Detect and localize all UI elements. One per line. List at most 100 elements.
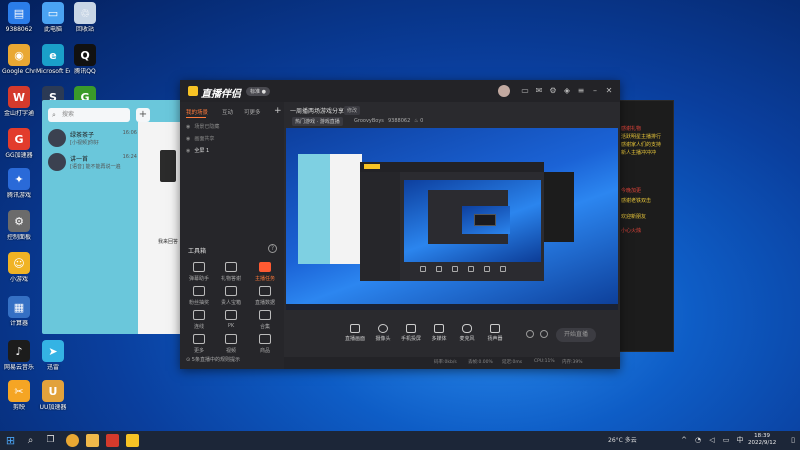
desktop-icon[interactable]: ▭ 此电脑 <box>36 2 70 33</box>
desktop-icon[interactable]: ▤ 9388062 <box>2 2 36 33</box>
status-bitrate: 码率:0kb/s <box>434 360 457 365</box>
menu-icon[interactable]: ≡ <box>576 86 586 96</box>
desktop-icon[interactable]: Q 腾讯QQ <box>68 44 102 75</box>
room-category[interactable]: 热门游戏 · 游戏直播 <box>292 117 343 126</box>
chat-search-input[interactable]: ⌕ 搜索 <box>48 108 130 122</box>
tool-label: 弹幕助手 <box>188 276 209 282</box>
help-icon[interactable]: ? <box>268 244 277 253</box>
game-taskbar-icon[interactable] <box>106 434 119 447</box>
toolbox-item[interactable]: 粉丝抽奖 <box>184 286 214 306</box>
tray-expand-icon[interactable]: ^ <box>680 436 688 444</box>
control-label: 扬声器 <box>487 336 503 342</box>
desktop-icon[interactable]: ◉ Google Chrome <box>2 44 36 75</box>
phone-icon <box>406 324 416 333</box>
add-scene-icon[interactable]: + <box>274 106 282 116</box>
toolbox-item[interactable]: PK <box>216 310 246 329</box>
edit-room-button[interactable]: 修改 <box>344 106 361 115</box>
toolbox-item[interactable]: 贵人宝箱 <box>216 286 246 306</box>
app-logo-icon <box>188 86 198 96</box>
tab-scenes[interactable]: 我的场景 <box>186 108 208 116</box>
chat-list-item[interactable]: 绿茶茶子 [小视频]你好 16:06 <box>42 126 137 150</box>
volume-icon[interactable]: ◁ <box>708 436 716 444</box>
control-label: 多媒体 <box>431 336 447 342</box>
clock[interactable]: 18:39 2022/9/12 <box>748 433 776 447</box>
desktop-icon[interactable]: ✂ 剪映 <box>2 380 36 411</box>
desktop-icon-label: Microsoft Edge <box>36 68 70 75</box>
tab-interact[interactable]: 互动 <box>222 108 233 116</box>
toolbox-item[interactable]: 弹幕助手 <box>184 262 214 282</box>
version-badge[interactable]: 标准 ● <box>246 87 270 96</box>
network-icon[interactable]: ◔ <box>694 436 702 444</box>
minimize-icon[interactable]: – <box>590 86 600 96</box>
screen-capture-button[interactable]: 直播画面 <box>340 324 370 342</box>
settings-icon[interactable]: ⚙ <box>548 86 558 96</box>
media-button[interactable]: 多媒体 <box>424 324 454 342</box>
live-companion-taskbar-icon[interactable] <box>126 434 139 447</box>
desktop-icon[interactable]: ☺ 小游戏 <box>2 252 36 283</box>
room-username: GroovyBoys <box>354 118 384 124</box>
desktop-icon[interactable]: ▦ 计算器 <box>2 296 36 327</box>
explorer-taskbar-icon[interactable] <box>86 434 99 447</box>
chat-list-item[interactable]: 讲一首 [语音] 能不能再说一遍 16:24 <box>42 150 137 174</box>
tool-icon <box>193 286 205 296</box>
live-companion-window[interactable]: 直播伴侣 标准 ● ▭ ✉ ⚙ ◈ ≡ – ✕ 我的场景 互动 可更多 + ◉ 场… <box>180 80 620 369</box>
scene-item[interactable]: ◉ 场景已隐藏 <box>186 123 219 130</box>
eye-icon[interactable]: ◉ <box>186 148 190 154</box>
toolbox-item[interactable]: 连线 <box>184 310 214 330</box>
message-icon[interactable]: ✉ <box>534 86 544 96</box>
desktop-icon[interactable]: W 金山打字通 <box>2 86 36 117</box>
toolbox-item[interactable]: 主播任务 <box>250 262 280 282</box>
desktop-icon[interactable]: ➤ 迅雷 <box>36 340 70 371</box>
title-bar[interactable]: 直播伴侣 标准 ● ▭ ✉ ⚙ ◈ ≡ – ✕ <box>180 80 620 102</box>
desktop-icon[interactable]: ⚙ 控制面板 <box>2 210 36 241</box>
notification-icon[interactable]: ▯ <box>790 436 796 444</box>
desktop-icon[interactable]: ♪ 网易云音乐 <box>2 340 36 371</box>
speaker-button[interactable]: 扬声器 <box>480 324 510 342</box>
scene-item[interactable]: ◉ 画面共享 <box>186 135 214 142</box>
status-latency: 延迟:0ms <box>502 360 523 365</box>
toolbox-item[interactable]: 礼物答谢 <box>216 262 246 282</box>
tab-more[interactable]: 可更多 <box>244 108 261 116</box>
task-view-icon[interactable]: ❐ <box>44 434 57 447</box>
desktop-icon[interactable]: G GG加速器 <box>2 128 36 159</box>
close-icon[interactable]: ✕ <box>604 86 614 96</box>
eye-icon[interactable]: ◉ <box>186 136 190 142</box>
toolbox-item[interactable]: 商品 <box>250 334 280 354</box>
microphone-icon <box>462 324 472 333</box>
rule-notice[interactable]: ⊙ 5条直播中的规则提示 <box>186 356 240 363</box>
desktop-icon[interactable]: ♲ 回收站 <box>68 2 102 33</box>
layout-icon[interactable]: ▭ <box>520 86 530 96</box>
user-avatar[interactable] <box>498 85 510 97</box>
toolbox-item[interactable]: 更多 <box>184 334 214 354</box>
live-preview[interactable] <box>286 128 618 310</box>
toolbox-item[interactable]: 合集 <box>250 310 280 330</box>
chat-search-placeholder: 搜索 <box>62 111 75 118</box>
chrome-taskbar-icon[interactable] <box>66 434 79 447</box>
ime-icon[interactable]: 中 <box>736 436 744 444</box>
desktop-icon[interactable]: e Microsoft Edge <box>36 44 70 75</box>
desktop-icon[interactable]: ✦ 腾讯游戏 <box>2 168 36 199</box>
weather-widget[interactable]: 26°C 多云 <box>608 435 637 444</box>
phone-cast-button[interactable]: 手机投屏 <box>396 324 426 342</box>
scene-item[interactable]: ◉ 全屏 1 <box>186 147 209 154</box>
record-icon[interactable] <box>526 330 534 338</box>
taskbar: ⊞ ⌕ ❐ 26°C 多云 ^ ◔ ◁ ▭ 中 18:39 2022/9/12 … <box>0 431 800 450</box>
start-icon[interactable]: ⊞ <box>4 434 17 447</box>
gear-icon[interactable] <box>540 330 548 338</box>
avatar <box>48 129 66 147</box>
toolbox-item[interactable]: 直播数据 <box>250 286 280 306</box>
search-icon[interactable]: ⌕ <box>24 434 37 447</box>
toolbox-item[interactable]: 视频 <box>216 334 246 354</box>
microphone-button[interactable]: 麦克风 <box>452 324 482 342</box>
desktop-icon[interactable]: U UU加速器 <box>36 380 70 411</box>
battery-icon[interactable]: ▭ <box>722 436 730 444</box>
start-live-button[interactable]: 开始直播 <box>556 328 596 342</box>
room-popularity: ♨ 0 <box>414 118 424 124</box>
app-icon: ✦ <box>8 168 30 190</box>
skin-icon[interactable]: ◈ <box>562 86 572 96</box>
app-icon: ♪ <box>8 340 30 362</box>
eye-icon[interactable]: ◉ <box>186 124 190 130</box>
camera-button[interactable]: 摄像头 <box>368 324 398 342</box>
chat-add-button[interactable]: + <box>136 108 150 122</box>
chat-video-thumbnail[interactable] <box>160 150 176 182</box>
